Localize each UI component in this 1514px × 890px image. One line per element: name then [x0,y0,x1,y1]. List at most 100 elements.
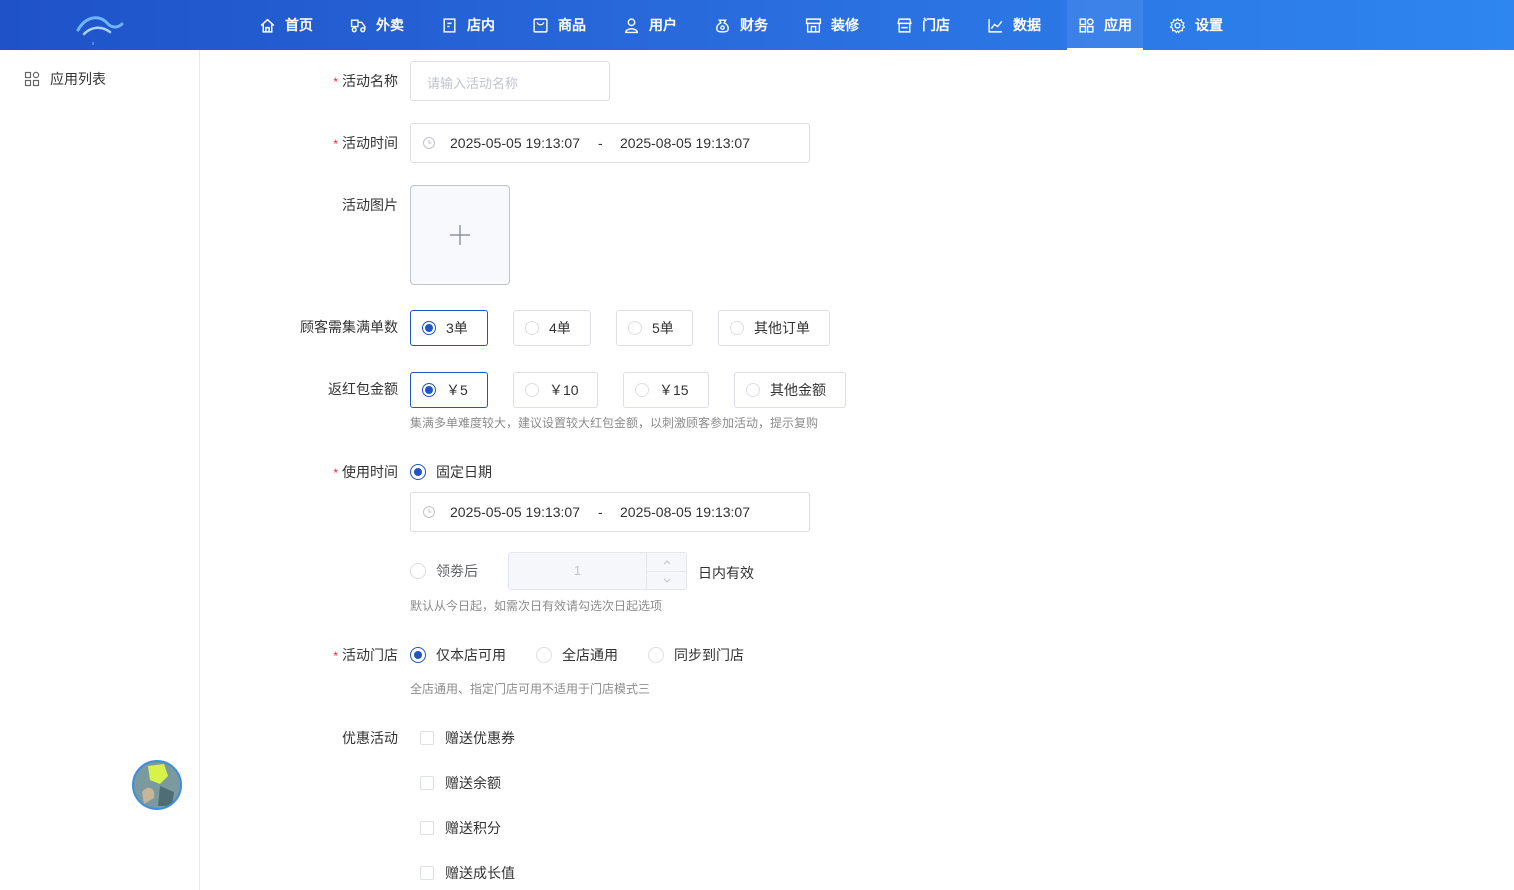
home-icon [260,18,275,33]
use-time-end: 2025-08-05 19:13:07 [620,504,750,520]
field-label-activity-name: * 活动名称 [333,73,398,89]
red-packet-hint: 集满多单难度较大，建议设置较大红包金额，以刺激顾客参加活动，提示复购 [410,416,819,430]
field-label-red-packet: 返红包金额 [328,381,398,397]
main-nav: 首页 外卖 店内 商品 用户 财务 装修 门店 数据 应用 设置 [248,0,1249,50]
valid-days-input[interactable]: 1 [508,552,647,590]
goods-icon [533,17,548,33]
activity-form: * 活动名称 请输入活动名称 * 活动时间 2025-05-05 19:13:07 … [201,50,1514,890]
stepper-up-button[interactable] [647,553,686,571]
activity-name-placeholder: 请输入活动名称 [427,76,519,91]
nav-item-label: 装修 [831,17,859,33]
use-time-hint: 默认从今日起，如需次日有效请勾选次日起选项 [410,599,663,613]
promo-checkbox-coupon[interactable]: 赠送优惠券 [420,728,515,748]
radio-dot [648,647,664,663]
field-label-use-time: * 使用时间 [333,464,398,480]
user-icon [624,17,639,33]
orders-option-4[interactable]: 4单 [513,310,591,346]
checkbox [420,821,434,835]
checkbox [420,731,434,745]
valid-days-stepper[interactable]: 1 [508,552,687,590]
chart-icon [988,18,1003,33]
radio-dot [635,383,649,397]
range-separator: - [598,504,603,520]
valid-days-suffix: 日内有效 [698,565,754,581]
promo-checkbox-points[interactable]: 赠送积分 [420,818,501,838]
orders-option-5[interactable]: 5单 [616,310,693,346]
radio-dot [422,383,436,397]
use-time-fixed-radio[interactable]: 固定日期 [410,462,492,482]
decorate-icon [805,17,822,33]
clock-icon [423,137,435,149]
dine-in-icon [443,17,456,33]
activity-time-range-picker[interactable]: 2025-05-05 19:13:07 - 2025-08-05 19:13:0… [410,123,810,163]
use-time-range-picker[interactable]: 2025-05-05 19:13:07 - 2025-08-05 19:13:0… [410,492,810,532]
nav-item-label: 财务 [740,17,768,33]
apps-icon [24,71,40,87]
range-separator: - [598,135,603,151]
nav-item-user[interactable]: 用户 [612,0,688,50]
nav-item-label: 外卖 [376,17,404,33]
field-label-activity-time: * 活动时间 [333,135,398,151]
image-upload-button[interactable] [410,185,510,285]
activity-time-end: 2025-08-05 19:13:07 [620,135,750,151]
promo-checkbox-growth[interactable]: 赠送成长值 [420,863,515,883]
red-packet-option-other[interactable]: 其他金额 [734,372,846,408]
radio-dot [410,563,426,579]
nav-item-delivery[interactable]: 外卖 [339,0,415,50]
nav-item-label: 首页 [285,17,313,33]
red-packet-option-10[interactable]: ￥10 [513,372,598,408]
nav-item-label: 门店 [922,17,950,33]
brand-logo[interactable] [74,8,126,46]
stepper-buttons [647,552,687,590]
plus-icon [450,225,470,245]
nav-item-label: 应用 [1104,17,1132,33]
field-label-store: * 活动门店 [333,647,398,663]
radio-dot [410,464,426,480]
nav-item-data[interactable]: 数据 [976,0,1052,50]
orders-option-3[interactable]: 3单 [410,310,488,346]
chevron-up-icon [663,559,670,564]
nav-item-label: 数据 [1013,17,1041,33]
nav-item-label: 商品 [558,17,586,33]
nav-item-label: 店内 [467,17,495,33]
nav-item-label: 用户 [649,17,677,33]
nav-item-decorate[interactable]: 装修 [794,0,870,50]
radio-dot [410,647,426,663]
avatar[interactable] [132,760,182,810]
radio-dot [525,383,539,397]
sidebar-item-app-list[interactable]: 应用列表 [24,69,106,89]
checkbox [420,866,434,880]
activity-time-start: 2025-05-05 19:13:07 [450,135,580,151]
red-packet-option-5[interactable]: ￥5 [410,372,488,408]
nav-item-dine-in[interactable]: 店内 [430,0,506,50]
delivery-icon [350,18,366,32]
sidebar: 应用列表 [0,50,200,890]
field-label-orders-needed: 顾客需集满单数 [300,319,398,335]
red-packet-option-15[interactable]: ￥15 [623,372,709,408]
gear-icon [1169,17,1186,33]
nav-item-finance[interactable]: 财务 [703,0,779,50]
nav-item-home[interactable]: 首页 [248,0,324,50]
store-option-sync[interactable]: 同步到门店 [648,645,744,665]
store-option-this-store[interactable]: 仅本店可用 [410,645,506,665]
finance-icon [716,18,729,33]
top-navigation-bar: 首页 外卖 店内 商品 用户 财务 装修 门店 数据 应用 设置 [0,0,1514,50]
radio-dot [730,321,744,335]
checkbox [420,776,434,790]
promo-checkbox-balance[interactable]: 赠送余额 [420,773,501,793]
nav-item-store[interactable]: 门店 [885,0,961,50]
nav-item-goods[interactable]: 商品 [521,0,597,50]
store-option-all-stores[interactable]: 全店通用 [536,645,618,665]
activity-name-input[interactable]: 请输入活动名称 [410,61,610,101]
stepper-down-button[interactable] [647,571,686,589]
field-label-activity-image: 活动图片 [342,197,398,213]
orders-option-other[interactable]: 其他订单 [718,310,830,346]
use-time-start: 2025-05-05 19:13:07 [450,504,580,520]
nav-item-settings[interactable]: 设置 [1158,0,1234,50]
radio-dot [536,647,552,663]
field-label-promotions: 优惠活动 [342,730,398,746]
store-icon [897,17,912,33]
nav-item-apps[interactable]: 应用 [1067,0,1143,50]
use-time-after-claim-radio[interactable]: 领劵后 [410,561,478,581]
radio-dot [746,383,760,397]
